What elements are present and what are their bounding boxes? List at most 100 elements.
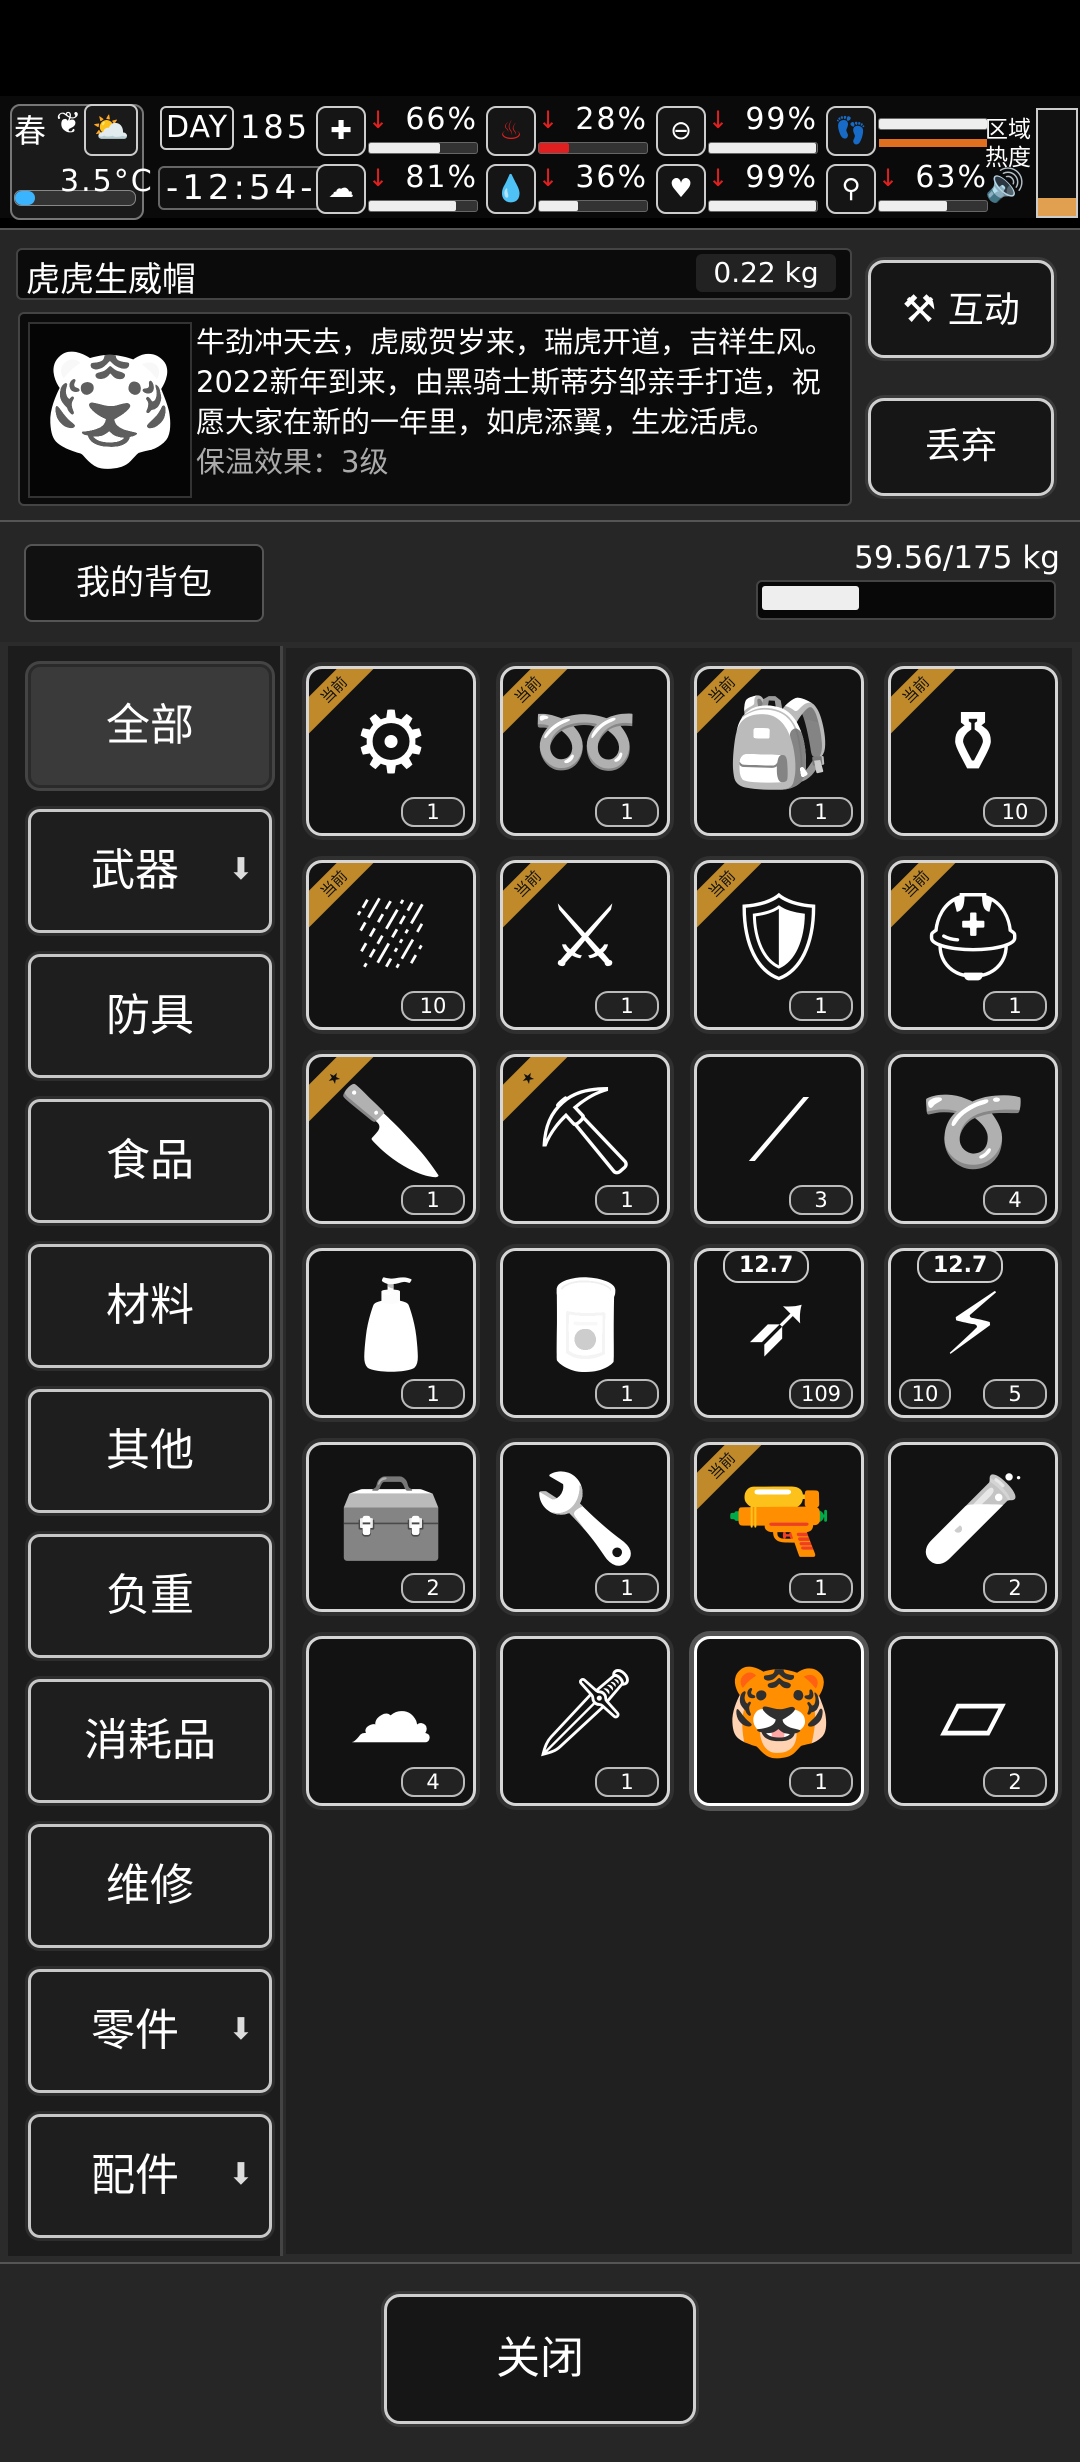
inventory-slot[interactable]: 🥫 1 <box>500 1248 670 1418</box>
inventory-slot[interactable]: 🐯 1 <box>694 1636 864 1806</box>
category-7[interactable]: 消耗品 <box>28 1679 272 1803</box>
day-number: 185 <box>240 108 311 146</box>
category-label: 全部 <box>106 700 194 751</box>
item-count: 1 <box>595 1573 659 1603</box>
inventory-slot[interactable]: 🛡 当前 1 <box>694 860 864 1030</box>
inventory-slot[interactable]: ⟋ 3 <box>694 1054 864 1224</box>
category-8[interactable]: 维修 <box>28 1824 272 1948</box>
cloth-icon: ☁ <box>348 1663 434 1763</box>
stat-bar <box>878 118 988 147</box>
category-9[interactable]: 零件 ⬇ <box>28 1969 272 2093</box>
category-3[interactable]: 食品 <box>28 1099 272 1223</box>
inventory-slot[interactable]: ⚔ 当前 1 <box>500 860 670 1030</box>
rope-icon: ➰ <box>919 1081 1027 1181</box>
inventory-slot[interactable]: 🧰 2 <box>306 1442 476 1612</box>
inventory-slot[interactable]: 🔪 ★ 1 <box>306 1054 476 1224</box>
fatigue-icon: ⚲ <box>826 164 876 214</box>
category-label: 食品 <box>106 1135 194 1186</box>
region-heat-meter <box>1036 108 1078 218</box>
category-2[interactable]: 防具 <box>28 954 272 1078</box>
item-count: 1 <box>789 1767 853 1797</box>
category-label: 武器 <box>91 845 179 896</box>
category-4[interactable]: 材料 <box>28 1244 272 1368</box>
item-count: 5 <box>983 1379 1047 1409</box>
inventory-slot[interactable]: ⚙ 当前 1 <box>306 666 476 836</box>
inventory-slot[interactable]: ⛆ 当前 10 <box>306 860 476 1030</box>
stat-bar <box>708 142 818 154</box>
inventory-slot[interactable]: ⚱ 当前 10 <box>888 666 1058 836</box>
stat-value: 81% <box>405 160 478 195</box>
inventory-slot[interactable]: 🗡 1 <box>500 1636 670 1806</box>
category-10[interactable]: 配件 ⬇ <box>28 2114 272 2238</box>
inventory-slot[interactable]: ⛏ ★ 1 <box>500 1054 670 1224</box>
hammer-hand-icon: ⚒ <box>902 287 937 331</box>
caliber-badge: 12.7 <box>723 1251 810 1283</box>
category-label: 维修 <box>106 1860 194 1911</box>
chevron-down-icon: ⬇ <box>228 852 254 887</box>
stat-value: 99% <box>745 102 818 137</box>
ammo-box-icon: ⚡ <box>942 1275 1004 1375</box>
stat-bar <box>368 142 478 154</box>
bullet-icon: ➶ <box>742 1275 816 1375</box>
item-count: 1 <box>789 797 853 827</box>
inventory-slot[interactable]: ⛑ 当前 1 <box>888 860 1058 1030</box>
lockpick-icon: ⟋ <box>748 1081 810 1181</box>
medkit-icon: ✚ <box>316 106 366 156</box>
item-count: 1 <box>595 991 659 1021</box>
item-count: 1 <box>789 1573 853 1603</box>
stat-cell: 💧 ↓ 36% <box>486 160 681 216</box>
bladder-icon: ⊖ <box>656 106 706 156</box>
item-count: 1 <box>595 797 659 827</box>
category-0[interactable]: 全部 <box>28 664 272 788</box>
category-1[interactable]: 武器 ⬇ <box>28 809 272 933</box>
item-count: 10 <box>401 991 465 1021</box>
caliber-badge: 12.7 <box>917 1251 1004 1283</box>
inventory-slot[interactable]: 🔧 1 <box>500 1442 670 1612</box>
category-label: 负重 <box>106 1570 194 1621</box>
inventory-slot[interactable]: ➰ 4 <box>888 1054 1058 1224</box>
tiger-hat-icon: 🐯 <box>725 1663 833 1763</box>
inventory-slot[interactable]: ➶ 12.7 109 <box>694 1248 864 1418</box>
inventory-slot[interactable]: ▱ 2 <box>888 1636 1058 1806</box>
stomach-icon: ♨ <box>486 106 536 156</box>
inventory-slot[interactable]: 🧴 1 <box>306 1248 476 1418</box>
stat-value: 99% <box>745 160 818 195</box>
interact-button[interactable]: ⚒ 互动 <box>868 260 1054 358</box>
inventory-slot[interactable]: 🎒 当前 1 <box>694 666 864 836</box>
item-name: 虎虎生威帽 <box>26 260 196 300</box>
item-count: 1 <box>595 1767 659 1797</box>
paper-sheets-icon: ▱ <box>939 1663 1007 1763</box>
tool-bag-icon: 🔧 <box>531 1469 639 1569</box>
spear-icon: 🗡 <box>530 1663 640 1763</box>
stat-bar <box>538 142 648 154</box>
discard-button[interactable]: 丢弃 <box>868 398 1054 496</box>
category-label: 配件 <box>91 2150 179 2201</box>
category-6[interactable]: 负重 <box>28 1534 272 1658</box>
category-column: 全部 武器 ⬇ 防具 食品 材料 其他 负重 消耗品 维修 零件 ⬇ 配件 ⬇ <box>8 646 283 2256</box>
heart-icon: ♥ <box>656 164 706 214</box>
tiger-hat-icon: 🐯 <box>28 322 192 498</box>
inventory-slot[interactable]: ⚡ 12.7 5 10 <box>888 1248 1058 1418</box>
speaker-icon[interactable]: 🔊 <box>985 166 1025 204</box>
inventory-slot[interactable]: ➿ 当前 1 <box>500 666 670 836</box>
item-count: 1 <box>595 1379 659 1409</box>
item-count: 10 <box>983 797 1047 827</box>
stat-cell: ✚ ↓ 66% <box>316 102 511 158</box>
category-label: 材料 <box>106 1280 194 1331</box>
inventory-slot[interactable]: 🔫 当前 1 <box>694 1442 864 1612</box>
item-count: 1 <box>789 991 853 1021</box>
item-count: 3 <box>789 1185 853 1215</box>
inventory-slot[interactable]: 🧪 2 <box>888 1442 1058 1612</box>
brain-icon: ☁ <box>316 164 366 214</box>
inventory-slot[interactable]: ☁ 4 <box>306 1636 476 1806</box>
leaf-icon: ❦ <box>56 106 82 141</box>
item-description[interactable]: 牛劲冲天去，虎威贺岁来，瑞虎开道，吉祥生风。2022新年到来，由黑骑士斯蒂芬邹亲… <box>196 322 836 494</box>
category-5[interactable]: 其他 <box>28 1389 272 1513</box>
category-label: 防具 <box>106 990 194 1041</box>
stat-bar <box>708 200 818 212</box>
item-count: 1 <box>595 1185 659 1215</box>
item-count: 1 <box>401 797 465 827</box>
close-button[interactable]: 关闭 <box>384 2294 696 2424</box>
category-label: 零件 <box>91 2005 179 2056</box>
region-heat-label: 区域 热度 <box>985 117 1031 171</box>
